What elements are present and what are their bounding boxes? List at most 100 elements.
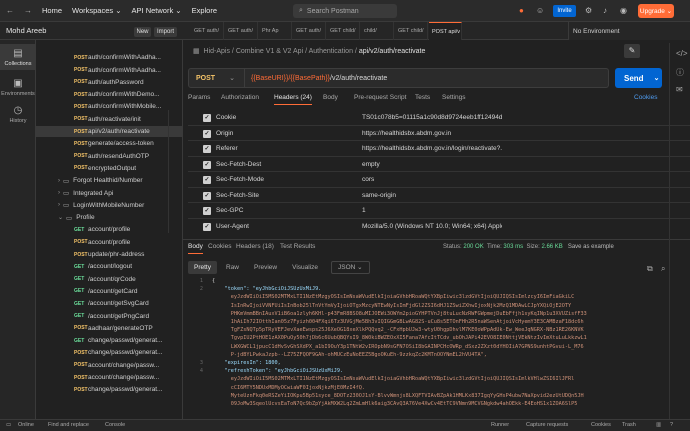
sidebar-request[interactable]: POST account/profile	[36, 237, 182, 249]
sidebar-request[interactable]: POST generate/access-token	[36, 138, 182, 150]
new-button[interactable]: New	[134, 27, 151, 37]
find-replace-button[interactable]: Find and replace	[48, 422, 89, 428]
header-checkbox[interactable]: ✓	[203, 176, 211, 184]
info-icon[interactable]: ⓘ	[676, 67, 684, 78]
notification-icon[interactable]: ♪	[603, 6, 607, 15]
sidebar-request[interactable]: POST account/change/passw...	[36, 372, 182, 384]
rail-environments[interactable]: ▣ Environments	[0, 75, 36, 99]
request-tab[interactable]: Phr Ap	[259, 22, 292, 40]
response-tab[interactable]: Cookies	[208, 243, 231, 250]
header-checkbox[interactable]: ✓	[203, 114, 211, 122]
request-tab-params[interactable]: Params	[188, 94, 210, 101]
pane-divider[interactable]	[183, 239, 690, 240]
header-checkbox[interactable]: ✓	[203, 160, 211, 169]
breadcrumb-item[interactable]: Combine V1 & V2 Api	[236, 48, 303, 55]
copy-icon[interactable]: ⧉	[647, 264, 653, 274]
format-option[interactable]: Raw	[220, 261, 245, 274]
header-value[interactable]: Mozilla/5.0 (Windows NT 10.0; Win64; x64…	[362, 223, 502, 230]
runner-button[interactable]: Runner	[491, 422, 509, 428]
response-body[interactable]: 1 {2 "token": "eyJhbGciOiJSUzUxMiJ9. eyJz…	[188, 278, 686, 419]
api-icon[interactable]: </>	[676, 49, 688, 58]
format-option[interactable]: JSON ⌄	[331, 260, 370, 274]
request-tab-body[interactable]: Body	[323, 94, 338, 101]
header-checkbox[interactable]: ✓	[203, 222, 211, 231]
forward-icon[interactable]: →	[24, 6, 32, 15]
environment-select[interactable]: No Environment	[568, 22, 690, 40]
sidebar-request[interactable]: POST auth/resendAuthOTP	[36, 150, 182, 162]
sidebar-request[interactable]: GET/account/qrCode	[36, 273, 182, 285]
upgrade-button[interactable]: Upgrade ⌄	[638, 4, 674, 18]
cookies-link[interactable]: Cookies	[634, 94, 657, 101]
response-tab[interactable]: Test Results	[280, 243, 315, 250]
header-key[interactable]: Cookie	[216, 114, 236, 121]
help-icon[interactable]: ?	[670, 422, 673, 428]
url-input[interactable]: {{BaseURI}}/{{BasePath}}/v2/auth/reactiv…	[245, 75, 387, 82]
header-value[interactable]: 1	[362, 207, 502, 214]
invite-button[interactable]: Invite	[553, 5, 576, 17]
breadcrumb-item[interactable]: Authentication	[309, 48, 353, 55]
header-value[interactable]: empty	[362, 161, 502, 168]
request-tab[interactable]: GET child/	[327, 22, 360, 40]
console-button[interactable]: Console	[105, 422, 125, 428]
header-key[interactable]: Sec-Fetch-Dest	[216, 161, 261, 168]
request-tab-tests[interactable]: Tests	[415, 94, 430, 101]
header-checkbox[interactable]: ✓	[203, 207, 211, 215]
sidebar-request[interactable]: POST auth/confirmWithAadha...	[36, 64, 182, 76]
header-checkbox[interactable]: ✓	[203, 129, 211, 138]
header-value[interactable]: cors	[362, 176, 502, 183]
nav-explore[interactable]: Explore	[192, 6, 217, 15]
format-option[interactable]: Pretty	[188, 260, 217, 274]
header-checkbox[interactable]: ✓	[203, 145, 211, 153]
sidebar-request[interactable]: GET/account/logout	[36, 261, 182, 273]
header-value[interactable]: TS01c078b5=01115a1c90d8d9724eeb1ff12494d…	[362, 114, 502, 121]
header-value[interactable]: https://healthidsbx.abdm.gov.in/login/re…	[362, 145, 502, 152]
header-key[interactable]: Sec-Fetch-Mode	[216, 176, 264, 183]
sidebar-request[interactable]: POST auth/reactivate/init	[36, 114, 182, 126]
request-tab-pre-request[interactable]: Pre-request Script	[354, 94, 406, 101]
response-tab[interactable]: Body	[188, 243, 203, 254]
user-add-icon[interactable]: ☺	[536, 6, 544, 15]
request-tab-settings[interactable]: Settings	[442, 94, 466, 101]
format-option[interactable]: Visualize	[286, 261, 324, 274]
settings-icon[interactable]: ⚙	[585, 6, 592, 15]
sidebar-request[interactable]: POST aadhaar/generateOTP	[36, 323, 182, 335]
sidebar-request[interactable]: POST api/v2/auth/reactivate	[36, 125, 182, 138]
header-key[interactable]: Sec-GPC	[216, 207, 243, 214]
edit-icon[interactable]: ✎	[624, 44, 640, 58]
request-tab-authorization[interactable]: Authorization	[221, 94, 259, 101]
header-value[interactable]: https://healthidsbx.abdm.gov.in	[362, 130, 502, 137]
nav-api-network[interactable]: API Network ⌄	[132, 6, 182, 15]
search-icon[interactable]: ⌕	[661, 264, 665, 274]
header-key[interactable]: Origin	[216, 130, 233, 137]
request-tab[interactable]: GET child/	[395, 22, 428, 40]
sync-icon[interactable]: ●	[519, 6, 524, 15]
layout-icon[interactable]: ▥	[656, 422, 661, 428]
sidebar-request[interactable]: GET account/profile	[36, 224, 182, 236]
breadcrumb-item[interactable]: Hid-Apis	[204, 48, 230, 55]
trash-button[interactable]: Trash	[622, 422, 636, 428]
header-key[interactable]: Sec-Fetch-Site	[216, 192, 259, 199]
back-icon[interactable]: ←	[6, 6, 14, 15]
format-option[interactable]: Preview	[248, 261, 283, 274]
header-key[interactable]: User-Agent	[216, 223, 249, 230]
sidebar-request[interactable]: GET/account/getCard	[36, 286, 182, 298]
send-button[interactable]: Send ⌄	[615, 68, 662, 88]
request-tab[interactable]: GET auth/	[225, 22, 258, 40]
sidebar-toggle-icon[interactable]: ▭	[6, 422, 11, 428]
sidebar-folder[interactable]: › ▭ LoginWithMobileNumber	[36, 200, 182, 212]
request-tab-headers[interactable]: Headers (24)	[274, 94, 312, 105]
sidebar-request[interactable]: POST auth/authPassword	[36, 77, 182, 89]
header-value[interactable]: same-origin	[362, 192, 502, 199]
header-key[interactable]: Referer	[216, 145, 238, 152]
save-example-button[interactable]: Save as example	[568, 244, 614, 250]
nav-workspaces[interactable]: Workspaces ⌄	[72, 6, 122, 15]
sidebar-request[interactable]: GET/account/getPngCard	[36, 310, 182, 322]
workspace-name[interactable]: Mohd Areeb	[6, 26, 46, 35]
sidebar-request[interactable]: POST auth/confirmWithAadha...	[36, 52, 182, 64]
request-tab[interactable]: POST api/v	[429, 22, 462, 40]
sidebar-request[interactable]: POST auth/confirmWithDemo...	[36, 89, 182, 101]
request-tab[interactable]: GET auth/	[293, 22, 326, 40]
import-button[interactable]: Import	[154, 27, 177, 37]
response-tab[interactable]: Headers (18)	[236, 243, 274, 250]
sidebar-request[interactable]: GET change/passwd/generat...	[36, 335, 182, 347]
